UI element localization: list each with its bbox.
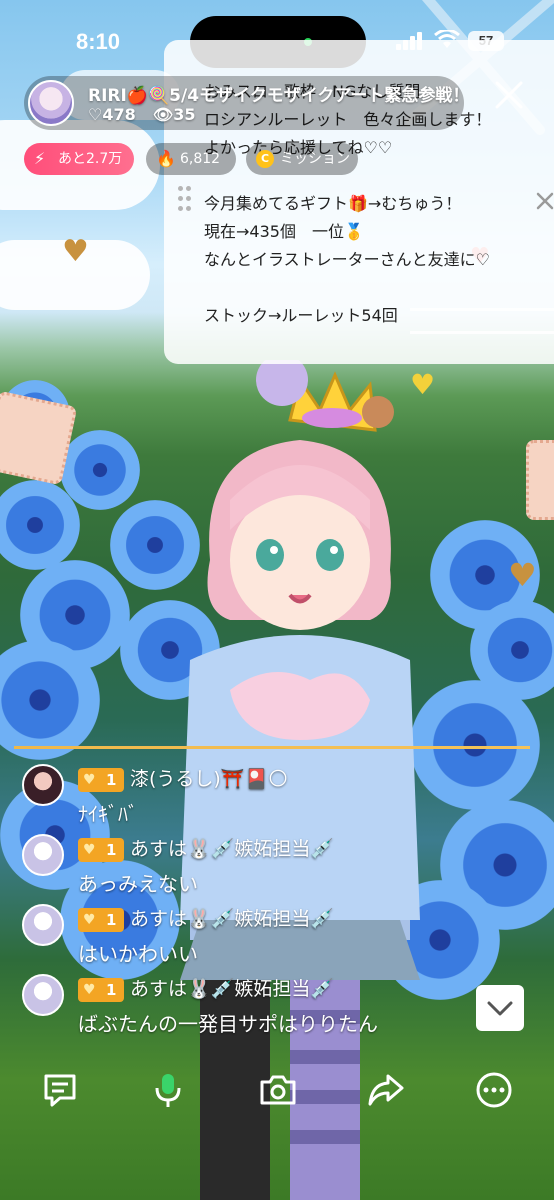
mic-icon[interactable] bbox=[148, 1070, 188, 1110]
level-badge: ♥ 1 bbox=[78, 768, 124, 792]
lightning-icon: ⚡ bbox=[34, 149, 46, 168]
close-icon[interactable] bbox=[494, 80, 524, 110]
announcement-line: 今月集めてるギフト🎁→むちゅう！ bbox=[204, 194, 462, 213]
flower bbox=[60, 430, 140, 510]
level-badge: ♥ 1 bbox=[78, 978, 124, 1002]
chat-message-text: ﾅｲｷﾞﾊﾞ bbox=[78, 802, 138, 826]
close-announcement-icon[interactable] bbox=[536, 192, 554, 210]
scroll-to-latest-button[interactable] bbox=[476, 985, 524, 1031]
chat-message[interactable]: ♥ 1 漆(うるし)⛩️🎴🌕 ﾅｲｷﾞﾊﾞ bbox=[22, 764, 492, 830]
chat-message[interactable]: ♥ 1 あすは🐰💉嫉妬担当💉 あっみえない bbox=[22, 834, 492, 900]
ranking-badge-label: あと2.7万 bbox=[58, 151, 123, 167]
heart-icon: ♥ bbox=[83, 772, 96, 788]
biscuit-decoration bbox=[526, 440, 554, 520]
streamer-stats: ♡478 👁35 bbox=[88, 105, 195, 124]
streamer-info[interactable]: RIRI🍎🍭5/4モザイクモザイクアート緊急参戦！ ♡478 👁35 bbox=[24, 76, 469, 130]
mission-badge-label: ミッション bbox=[280, 151, 350, 167]
chat-icon[interactable] bbox=[40, 1070, 80, 1110]
commenter-avatar[interactable] bbox=[22, 834, 64, 876]
commenter-avatar[interactable] bbox=[22, 974, 64, 1016]
share-icon[interactable] bbox=[366, 1070, 406, 1110]
announcement-line: 現在→435個 一位🥇 bbox=[204, 222, 364, 241]
heart-icon: ♥ bbox=[83, 982, 96, 998]
streamer-title: RIRI🍎🍭5/4モザイクモザイクアート緊急参戦！ bbox=[88, 86, 470, 106]
level-badge: ♥ 1 bbox=[78, 908, 124, 932]
heart-icon: ♥ bbox=[62, 234, 89, 269]
heart-icon: ♥ bbox=[83, 912, 96, 928]
coin-icon: C bbox=[256, 150, 274, 168]
announcement-line bbox=[204, 274, 544, 302]
mission-badge[interactable]: C ミッション bbox=[246, 143, 358, 175]
commenter-avatar[interactable] bbox=[22, 764, 64, 806]
commenter-name: 漆(うるし)⛩️🎴🌕 bbox=[130, 768, 288, 790]
commenter-name: あすは🐰💉嫉妬担当💉 bbox=[130, 838, 334, 860]
ranking-badge[interactable]: ⚡ あと2.7万 bbox=[24, 143, 134, 175]
chat-message[interactable]: ♥ 1 あすは🐰💉嫉妬担当💉 ばぶたんの一発目サポはりりたん bbox=[22, 974, 492, 1040]
heat-badge[interactable]: 🔥 6,812 bbox=[146, 143, 236, 175]
chat-message[interactable]: ♥ 1 あすは🐰💉嫉妬担当💉 はいかわいい bbox=[22, 904, 492, 970]
viewer-count: 👁35 bbox=[152, 105, 196, 124]
drag-handle-icon[interactable] bbox=[178, 186, 192, 216]
announcement-line: ストック→ルーレット54回 bbox=[204, 306, 398, 325]
chat-message-text: あっみえない bbox=[78, 872, 198, 896]
chevron-down-icon bbox=[487, 1001, 513, 1016]
more-icon[interactable] bbox=[474, 1070, 514, 1110]
chat-message-text: はいかわいい bbox=[78, 942, 198, 966]
streamer-avatar[interactable] bbox=[28, 80, 74, 126]
status-time: 8:10 bbox=[76, 29, 121, 54]
announcement-line: なんとイラストレーターさんと友達に♡ bbox=[204, 250, 491, 269]
flame-icon: 🔥 bbox=[156, 149, 176, 168]
commenter-name: あすは🐰💉嫉妬担当💉 bbox=[130, 908, 334, 930]
level-badge: ♥ 1 bbox=[78, 838, 124, 862]
flower bbox=[0, 480, 80, 570]
heart-icon: ♥ bbox=[83, 842, 96, 858]
commenter-name: あすは🐰💉嫉妬担当💉 bbox=[130, 978, 334, 1000]
camera-icon[interactable] bbox=[258, 1070, 298, 1110]
chat-message-text: ばぶたんの一発目サポはりりたん bbox=[78, 1012, 378, 1036]
heart-icon: ♥ bbox=[508, 556, 537, 594]
heat-badge-label: 6,812 bbox=[180, 151, 221, 167]
commenter-avatar[interactable] bbox=[22, 904, 64, 946]
chat-divider bbox=[14, 746, 530, 749]
likes-count: ♡478 bbox=[88, 105, 136, 124]
